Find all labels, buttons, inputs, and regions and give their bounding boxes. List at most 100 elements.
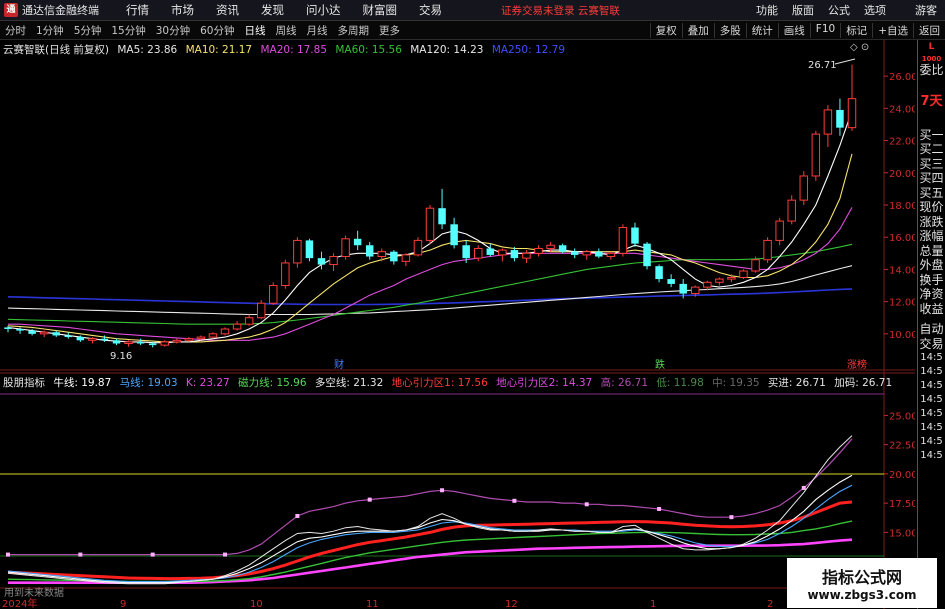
side-outer[interactable]: 外盘 <box>918 258 945 273</box>
candle-body <box>244 317 254 325</box>
side-turnover[interactable]: 换手 <box>918 273 945 288</box>
period-monthly[interactable]: 月线 <box>302 23 333 38</box>
tool-huaxian[interactable]: 画线 <box>777 22 810 38</box>
menu-hangqing[interactable]: 行情 <box>115 2 160 18</box>
period-15min[interactable]: 15分钟 <box>106 23 150 38</box>
tool-fuquan[interactable]: 复权 <box>649 22 682 38</box>
period-30min[interactable]: 30分钟 <box>151 23 195 38</box>
menu-gongneng[interactable]: 功能 <box>749 2 785 18</box>
side-buy1[interactable]: 买一 <box>918 128 945 143</box>
indicator-upper-dot <box>367 497 372 502</box>
candle-body <box>438 208 446 225</box>
candle-body <box>799 175 809 201</box>
side-buy4[interactable]: 买四 <box>918 171 945 186</box>
period-weekly[interactable]: 周线 <box>271 23 302 38</box>
marker-cai: 财 <box>334 358 344 371</box>
side-level-num: 1000 <box>921 54 942 63</box>
menu-jiaoyi[interactable]: 交易 <box>408 2 453 18</box>
tool-f10[interactable]: F10 <box>809 22 840 38</box>
side-7day[interactable]: 7天 <box>918 94 945 110</box>
side-change-pct[interactable]: 涨幅 <box>918 229 945 244</box>
indicator-title[interactable]: 股朋指标 <box>3 377 45 389</box>
tool-fanhui[interactable]: 返回 <box>913 22 945 38</box>
candle-body <box>39 331 49 335</box>
side-trade[interactable]: 交易 <box>918 337 945 352</box>
indicator-upper-dot <box>150 552 155 557</box>
candle-body <box>823 109 833 135</box>
period-5min[interactable]: 5分钟 <box>69 23 107 38</box>
side-earning[interactable]: 收益 <box>918 302 945 317</box>
menu-caifuquan[interactable]: 财富圈 <box>352 2 409 18</box>
candle-body <box>293 239 302 264</box>
period-more[interactable]: 更多 <box>374 23 405 38</box>
candle-body <box>570 251 579 255</box>
side-time-2: 14:5 <box>920 366 943 377</box>
side-auto[interactable]: 自动 <box>918 322 945 337</box>
x-label-12: 12 <box>505 599 518 609</box>
indicator-upper-dot <box>223 552 228 557</box>
tool-diejia[interactable]: 叠加 <box>681 22 714 38</box>
legend-k: K: 23.27 <box>185 377 230 389</box>
candle-body <box>510 250 519 259</box>
period-fenshi[interactable]: 分时 <box>0 23 31 38</box>
menu-xuanxiang[interactable]: 选项 <box>857 2 893 18</box>
candle-body <box>329 256 338 266</box>
menu-gongshi[interactable]: 公式 <box>821 2 857 18</box>
tool-tongji[interactable]: 统计 <box>745 22 778 38</box>
candle-body <box>52 332 60 336</box>
side-weibi[interactable]: 委比 <box>918 63 945 78</box>
x-label-11: 11 <box>366 599 379 609</box>
side-change[interactable]: 涨跌 <box>918 215 945 230</box>
app-logo-icon: 通 <box>4 3 18 17</box>
stock-title[interactable]: 云赛智联(日线 前复权) <box>3 44 109 56</box>
candle-body <box>450 224 458 246</box>
side-buy2[interactable]: 买二 <box>918 142 945 157</box>
chart-options-icon[interactable]: ◇ ⊙ <box>850 42 869 53</box>
side-price[interactable]: 现价 <box>918 200 945 215</box>
side-time-3: 14:5 <box>920 380 943 391</box>
menu-faxian[interactable]: 发现 <box>250 2 295 18</box>
candle-body <box>691 286 700 295</box>
candle-body <box>208 333 218 338</box>
candle-body <box>172 339 182 343</box>
legend-ma20: MA20: 17.85 <box>260 44 328 56</box>
legend-dixin2: 地心引力区2: 14.37 <box>496 377 593 389</box>
indicator-axis-label: 22.50 <box>889 441 915 452</box>
menu-banmian[interactable]: 版面 <box>785 2 821 18</box>
candle-body <box>473 247 483 259</box>
side-level-label: L <box>928 42 935 52</box>
candle-body <box>220 328 230 335</box>
kline-chart[interactable]: 26.00 24.00 22.00 20.00 18.00 16.00 14.00 12.00… <box>0 40 915 609</box>
tool-biaoji[interactable]: 标记 <box>840 22 872 38</box>
candle-body <box>148 343 157 346</box>
tool-duogu[interactable]: 多股 <box>713 22 746 38</box>
legend-jiama: 加码: 26.71 <box>834 377 893 389</box>
menu-wenxiaoda[interactable]: 问小达 <box>295 2 352 18</box>
legend-cili: 磁力线: 15.96 <box>238 377 307 389</box>
candle-body <box>16 329 24 331</box>
indicator-axis-label: 15.00 <box>889 528 915 539</box>
legend-ma5: MA5: 23.86 <box>117 44 178 56</box>
period-daily[interactable]: 日线 <box>240 23 271 38</box>
x-label-10: 10 <box>250 599 263 609</box>
guest-user[interactable]: 游客 <box>915 2 937 18</box>
candle-body <box>606 252 616 258</box>
app-name: 通达信金融终端 <box>22 4 99 17</box>
side-buy3[interactable]: 买三 <box>918 157 945 172</box>
candle-body <box>775 220 784 241</box>
period-1min[interactable]: 1分钟 <box>31 23 69 38</box>
side-netasset[interactable]: 净资 <box>918 287 945 302</box>
tool-zixuan[interactable]: +自选 <box>872 22 913 38</box>
side-buy5[interactable]: 买五 <box>918 186 945 201</box>
menu-zixun[interactable]: 资讯 <box>205 2 250 18</box>
legend-ma250: MA250: 12.79 <box>491 44 566 56</box>
side-volume[interactable]: 总量 <box>918 244 945 259</box>
legend-dixin1: 地心引力区1: 17.56 <box>391 377 488 389</box>
period-60min[interactable]: 60分钟 <box>195 23 239 38</box>
menu-shichang[interactable]: 市场 <box>160 2 205 18</box>
candle-body <box>196 336 206 340</box>
candle-body <box>522 252 531 259</box>
legend-ma-line: 马线: 19.03 <box>119 377 178 389</box>
login-warning[interactable]: 证券交易未登录 云赛智联 <box>501 3 620 18</box>
period-multi[interactable]: 多周期 <box>333 23 375 38</box>
